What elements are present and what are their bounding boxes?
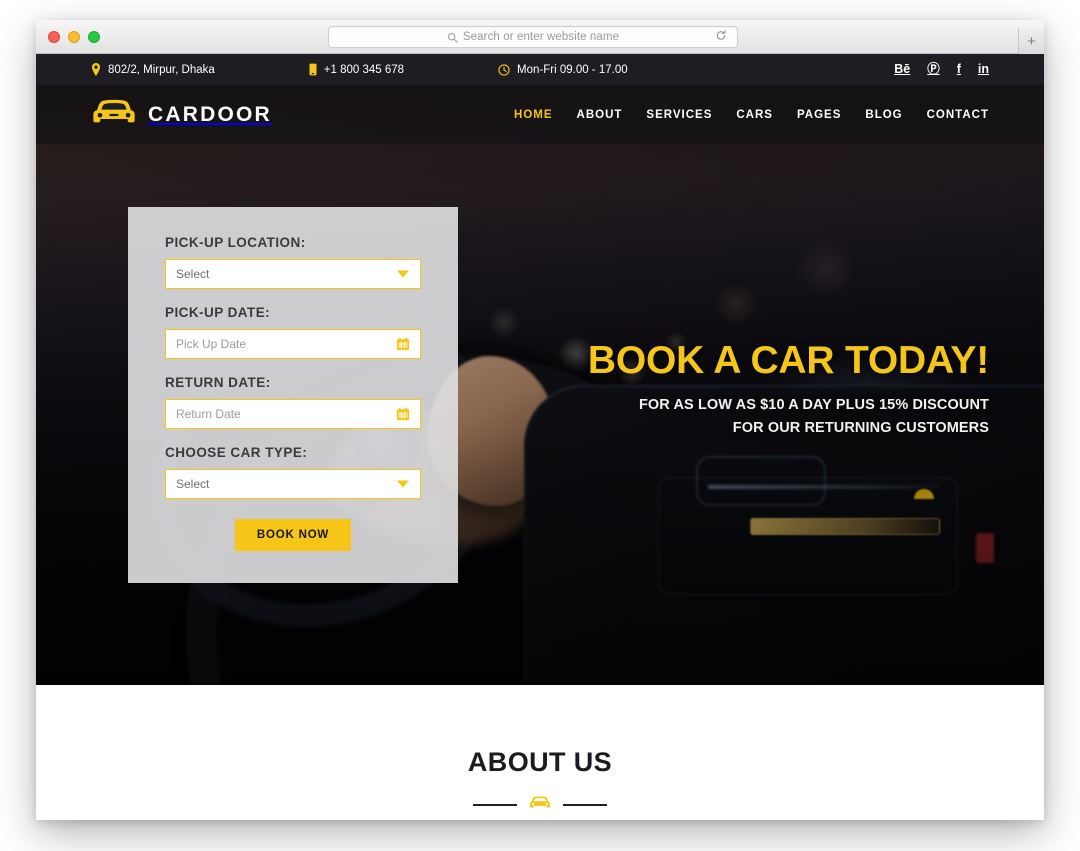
car-front-icon	[91, 97, 137, 132]
hero-copy: BOOK A CAR TODAY! FOR AS LOW AS $10 A DA…	[469, 340, 989, 440]
booking-form: PICK-UP LOCATION: Select PICK-UP DATE: P…	[128, 207, 458, 583]
car-front-icon	[529, 795, 551, 815]
car-type-field: CHOOSE CAR TYPE: Select	[165, 445, 421, 499]
map-pin-icon	[91, 63, 101, 76]
nav-link-contact[interactable]: CONTACT	[927, 109, 989, 121]
maximize-window-button[interactable]	[88, 31, 100, 43]
pickup-location-select[interactable]: Select	[165, 259, 421, 289]
address-bar-placeholder: Search or enter website name	[462, 31, 620, 43]
hero-subtitle-line2: FOR OUR RETURNING CUSTOMERS	[732, 420, 989, 437]
divider-line-right	[563, 804, 607, 806]
address-text: 802/2, Mirpur, Dhaka	[108, 63, 215, 76]
calendar-icon[interactable]	[396, 337, 410, 351]
social-links: Bē Ⓟ f in	[894, 63, 989, 76]
address-info: 802/2, Mirpur, Dhaka	[91, 63, 215, 76]
nav-link-home[interactable]: HOME	[514, 109, 553, 121]
car-type-select[interactable]: Select	[165, 469, 421, 499]
facebook-icon[interactable]: f	[957, 63, 961, 76]
close-window-button[interactable]	[48, 31, 60, 43]
top-info-items: 802/2, Mirpur, Dhaka +1 800 345 678 Mon-…	[91, 63, 722, 76]
hero-section: 802/2, Mirpur, Dhaka +1 800 345 678 Mon-…	[36, 54, 1044, 685]
pickup-date-placeholder: Pick Up Date	[176, 337, 247, 351]
nav-link-about[interactable]: ABOUT	[577, 109, 623, 121]
browser-window: Search or enter website name + 802/2, Mi…	[36, 20, 1044, 820]
phone-icon	[309, 63, 317, 76]
calendar-icon[interactable]	[396, 407, 410, 421]
return-date-input[interactable]: Return Date	[165, 399, 421, 429]
hero-subtitle-line1: FOR AS LOW AS $10 A DAY PLUS 15% DISCOUN…	[638, 397, 989, 414]
pinterest-icon[interactable]: Ⓟ	[927, 63, 940, 76]
hero-title: BOOK A CAR TODAY!	[587, 339, 989, 382]
pickup-location-value: Select	[176, 267, 210, 281]
search-icon	[447, 32, 458, 43]
new-tab-button[interactable]: +	[1018, 28, 1044, 54]
return-date-label: RETURN DATE:	[165, 375, 271, 390]
section-divider	[36, 795, 1044, 815]
nav-link-blog[interactable]: BLOG	[865, 109, 902, 121]
main-navbar: CARDOOR HOME ABOUT SERVICES CARS PAGES B…	[36, 85, 1044, 144]
phone-text: +1 800 345 678	[323, 63, 405, 76]
nav-links: HOME ABOUT SERVICES CARS PAGES BLOG CONT…	[514, 109, 989, 121]
brand-name: CARDOOR	[148, 102, 272, 126]
pickup-date-input[interactable]: Pick Up Date	[165, 329, 421, 359]
address-bar[interactable]: Search or enter website name	[328, 26, 738, 48]
reload-icon[interactable]	[715, 30, 727, 45]
hours-info: Mon-Fri 09.00 - 17.00	[498, 64, 628, 76]
book-now-button[interactable]: BOOK NOW	[235, 519, 351, 551]
pickup-date-label: PICK-UP DATE:	[165, 305, 271, 320]
about-title: ABOUT US	[467, 747, 613, 777]
hero-subtitle: FOR AS LOW AS $10 A DAY PLUS 15% DISCOUN…	[469, 394, 989, 440]
about-section: ABOUT US Lorem ipsum dolor sit amet, con…	[36, 685, 1044, 820]
chevron-down-icon	[397, 480, 409, 488]
linkedin-icon[interactable]: in	[978, 63, 989, 76]
chevron-down-icon	[397, 270, 409, 278]
pickup-location-label: PICK-UP LOCATION:	[165, 235, 306, 250]
behance-icon[interactable]: Bē	[894, 63, 910, 76]
pickup-location-field: PICK-UP LOCATION: Select	[165, 235, 421, 289]
brand-logo[interactable]: CARDOOR	[91, 97, 272, 132]
return-date-field: RETURN DATE: Return Date	[165, 375, 421, 429]
car-type-label: CHOOSE CAR TYPE:	[165, 445, 308, 460]
top-info-bar: 802/2, Mirpur, Dhaka +1 800 345 678 Mon-…	[36, 54, 1044, 85]
browser-chrome-bar: Search or enter website name +	[36, 20, 1044, 54]
nav-link-cars[interactable]: CARS	[736, 109, 773, 121]
return-date-placeholder: Return Date	[176, 407, 241, 421]
car-type-value: Select	[176, 477, 210, 491]
pickup-date-field: PICK-UP DATE: Pick Up Date	[165, 305, 421, 359]
nav-link-pages[interactable]: PAGES	[797, 109, 841, 121]
clock-icon	[498, 63, 510, 76]
page-viewport: 802/2, Mirpur, Dhaka +1 800 345 678 Mon-…	[36, 54, 1044, 820]
hours-text: Mon-Fri 09.00 - 17.00	[517, 63, 628, 76]
minimize-window-button[interactable]	[68, 31, 80, 43]
divider-line-left	[473, 804, 517, 806]
nav-link-services[interactable]: SERVICES	[646, 109, 712, 121]
phone-info: +1 800 345 678	[309, 63, 404, 76]
window-controls	[48, 31, 100, 43]
